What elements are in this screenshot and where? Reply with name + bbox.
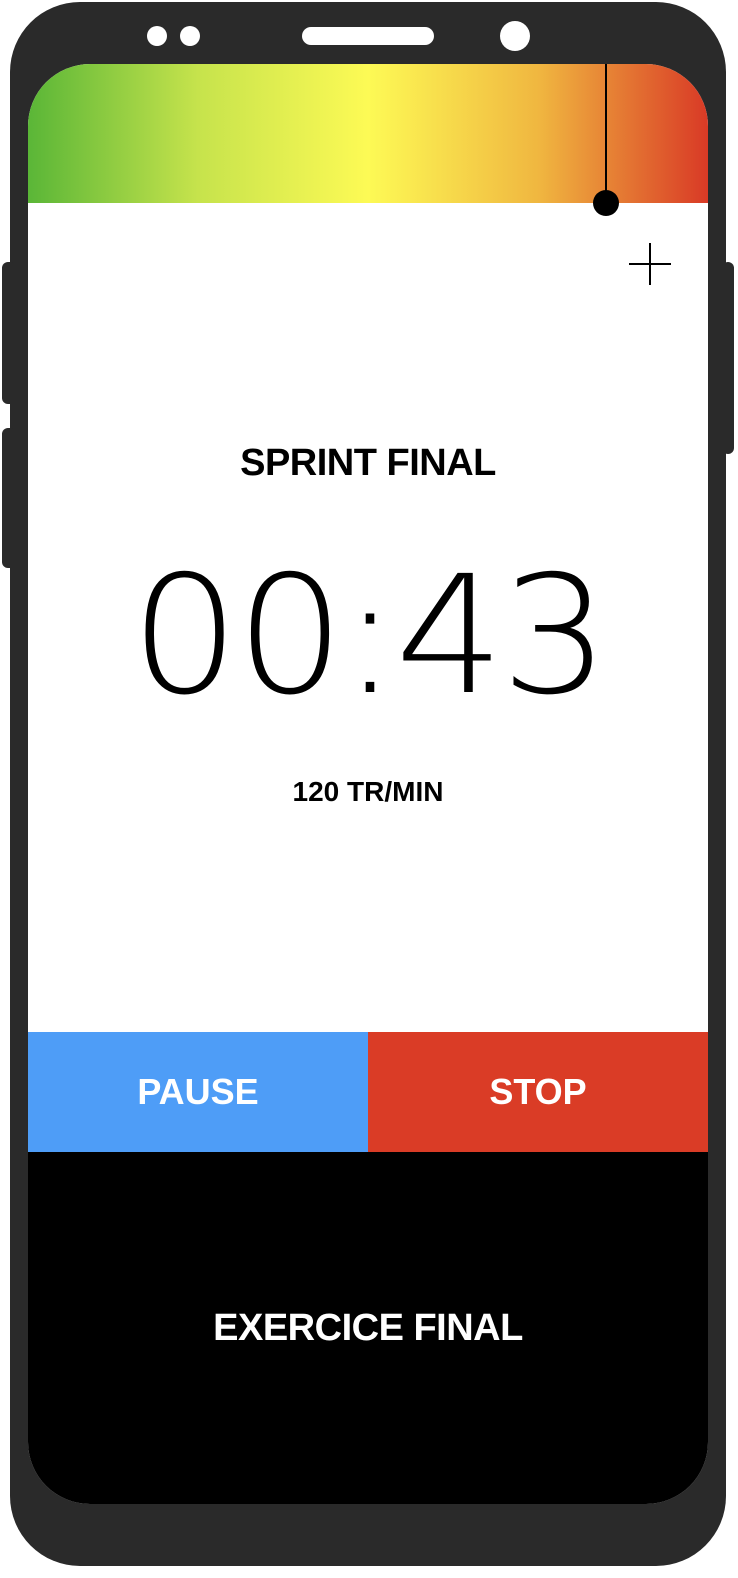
intensity-marker-dot (593, 190, 619, 216)
plus-icon[interactable] (626, 240, 674, 288)
countdown-timer: 00:43 (130, 540, 610, 731)
volume-down-button (2, 428, 16, 568)
earpiece-speaker (302, 27, 434, 45)
cadence-label: 120 TR/MIN (292, 776, 444, 807)
proximity-sensor (147, 26, 167, 46)
power-button (722, 262, 734, 454)
next-exercise-label: EXERCICE FINAL (213, 1306, 523, 1349)
app-screen: SPRINT FINAL 00:43 120 TR/MIN PAUSE STOP… (28, 64, 708, 1504)
stop-button[interactable]: STOP (368, 1032, 708, 1152)
next-exercise-panel[interactable]: EXERCICE FINAL (28, 1152, 708, 1504)
front-camera (500, 21, 530, 51)
exercise-title: SPRINT FINAL (240, 442, 496, 484)
light-sensor (180, 26, 200, 46)
pause-button[interactable]: PAUSE (28, 1032, 368, 1152)
volume-up-button (2, 262, 16, 404)
intensity-marker-line (605, 64, 607, 200)
